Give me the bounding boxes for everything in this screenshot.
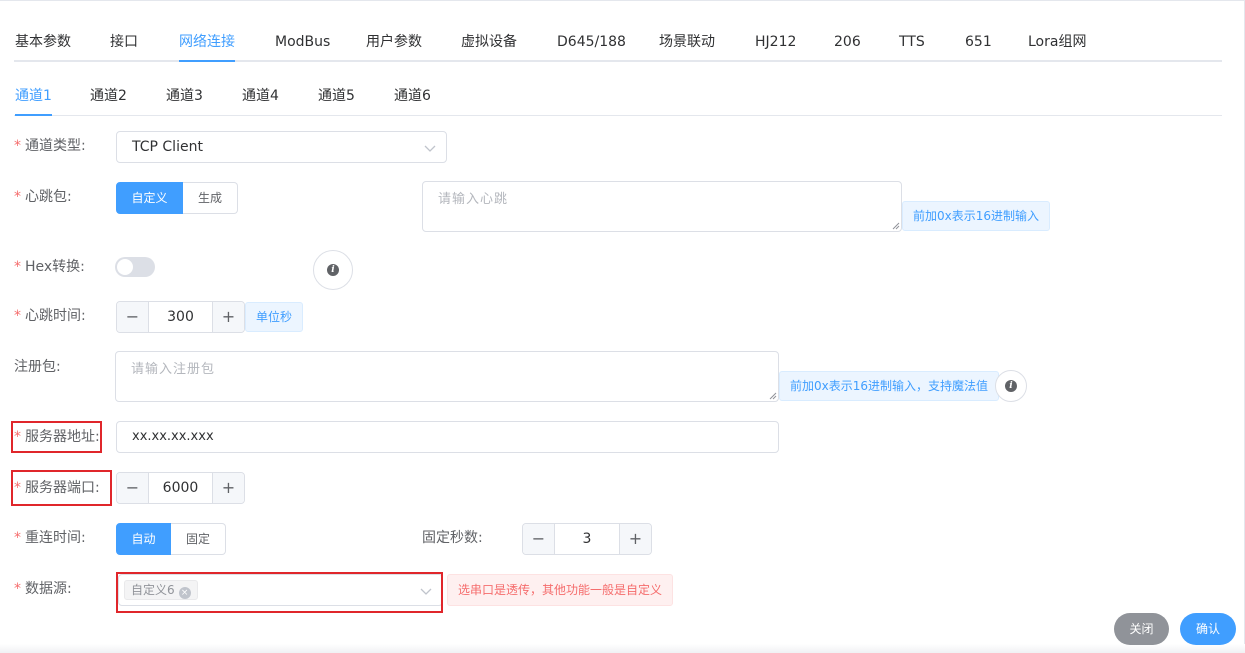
heartbeat-time-label: * 心跳时间: — [14, 308, 86, 324]
server-port-increment-button[interactable]: + — [212, 473, 244, 503]
tab-channel-2[interactable]: 通道2 — [90, 80, 127, 115]
fixed-seconds-input[interactable]: 3 — [555, 524, 619, 554]
heartbeat-generate-button[interactable]: 生成 — [183, 182, 238, 214]
register-packet-hint-tag: 前加0x表示16进制输入，支持魔法值 — [779, 371, 1000, 401]
heartbeat-textarea[interactable]: 请输入心跳 — [422, 181, 902, 232]
register-info-button[interactable]: i — [995, 370, 1027, 402]
frame-bottom-shadow — [0, 644, 1245, 653]
tab-channel-3[interactable]: 通道3 — [166, 80, 203, 115]
data-source-label: * 数据源: — [14, 581, 72, 597]
tab-channel-4[interactable]: 通道4 — [242, 80, 279, 115]
main-tab-bar: 基本参数 接口 网络连接 ModBus 用户参数 虚拟设备 D645/188 场… — [14, 26, 1222, 62]
tab-user-params[interactable]: 用户参数 — [366, 26, 422, 60]
heartbeat-placeholder: 请输入心跳 — [438, 192, 509, 207]
fixed-seconds-increment-button[interactable]: + — [619, 524, 651, 554]
tab-hj212[interactable]: HJ212 — [755, 26, 796, 60]
server-address-value: xx.xx.xx.xxx — [132, 429, 214, 444]
hex-info-button[interactable]: i — [313, 250, 353, 290]
tab-206[interactable]: 206 — [834, 26, 861, 60]
reconnect-time-label: * 重连时间: — [14, 530, 86, 546]
close-button[interactable]: 关闭 — [1114, 613, 1169, 645]
data-source-highlight — [116, 572, 443, 613]
server-address-label: * 服务器地址: — [14, 429, 100, 445]
tab-scene-linkage[interactable]: 场景联动 — [659, 26, 715, 60]
fixed-seconds-decrement-button[interactable]: − — [523, 524, 555, 554]
heartbeat-label: * 心跳包: — [14, 189, 72, 205]
tab-channel-5[interactable]: 通道5 — [318, 80, 355, 115]
tab-651[interactable]: 651 — [965, 26, 992, 60]
tab-network-connection[interactable]: 网络连接 — [179, 26, 235, 62]
channel-type-value: TCP Client — [132, 139, 203, 155]
info-icon: i — [327, 264, 339, 276]
tab-virtual-device[interactable]: 虚拟设备 — [461, 26, 517, 60]
server-port-decrement-button[interactable]: − — [117, 473, 149, 503]
server-port-input[interactable]: 6000 — [149, 473, 212, 503]
chevron-down-icon — [424, 145, 436, 152]
heartbeat-custom-button[interactable]: 自定义 — [116, 182, 183, 214]
server-port-stepper: − 6000 + — [116, 472, 245, 504]
frame-top-border — [0, 0, 1245, 1]
tab-modbus[interactable]: ModBus — [275, 26, 330, 60]
register-packet-placeholder: 请输入注册包 — [131, 362, 216, 377]
heartbeat-mode-group: 自定义 生成 — [116, 182, 238, 214]
register-packet-textarea[interactable]: 请输入注册包 — [115, 351, 779, 402]
data-source-hint-tag: 选串口是透传，其他功能一般是自定义 — [447, 574, 674, 606]
info-icon: i — [1005, 380, 1017, 392]
reconnect-mode-group: 自动 固定 — [116, 523, 226, 555]
hex-toggle-switch[interactable] — [115, 257, 155, 277]
tab-interface[interactable]: 接口 — [110, 26, 138, 60]
reconnect-auto-button[interactable]: 自动 — [116, 523, 171, 555]
heartbeat-time-stepper: − 300 + — [116, 301, 245, 333]
fixed-seconds-label: 固定秒数: — [422, 530, 483, 546]
tab-channel-6[interactable]: 通道6 — [394, 80, 431, 115]
confirm-button[interactable]: 确认 — [1180, 613, 1236, 645]
tab-tts[interactable]: TTS — [899, 26, 925, 60]
channel-tab-bar: 通道1 通道2 通道3 通道4 通道5 通道6 — [14, 80, 1222, 116]
server-port-label: * 服务器端口: — [14, 480, 100, 496]
register-packet-label: 注册包: — [14, 359, 61, 375]
tab-basic-params[interactable]: 基本参数 — [15, 26, 71, 60]
reconnect-fixed-button[interactable]: 固定 — [171, 523, 226, 555]
tab-lora-network[interactable]: Lora组网 — [1028, 26, 1086, 60]
tab-d645-188[interactable]: D645/188 — [557, 26, 626, 60]
heartbeat-time-decrement-button[interactable]: − — [117, 302, 149, 332]
channel-type-label: * 通道类型: — [14, 138, 86, 154]
heartbeat-time-increment-button[interactable]: + — [212, 302, 244, 332]
hex-label: * Hex转换: — [14, 259, 85, 275]
fixed-seconds-stepper: − 3 + — [522, 523, 652, 555]
heartbeat-time-unit-tag: 单位秒 — [245, 302, 304, 332]
channel-type-select[interactable]: TCP Client — [116, 131, 447, 163]
heartbeat-hint-tag: 前加0x表示16进制输入 — [902, 201, 1051, 231]
resize-handle-icon[interactable] — [891, 221, 900, 230]
tab-channel-1[interactable]: 通道1 — [15, 80, 52, 116]
server-address-input[interactable]: xx.xx.xx.xxx — [116, 421, 779, 453]
resize-handle-icon[interactable] — [768, 391, 777, 400]
heartbeat-time-input[interactable]: 300 — [149, 302, 212, 332]
